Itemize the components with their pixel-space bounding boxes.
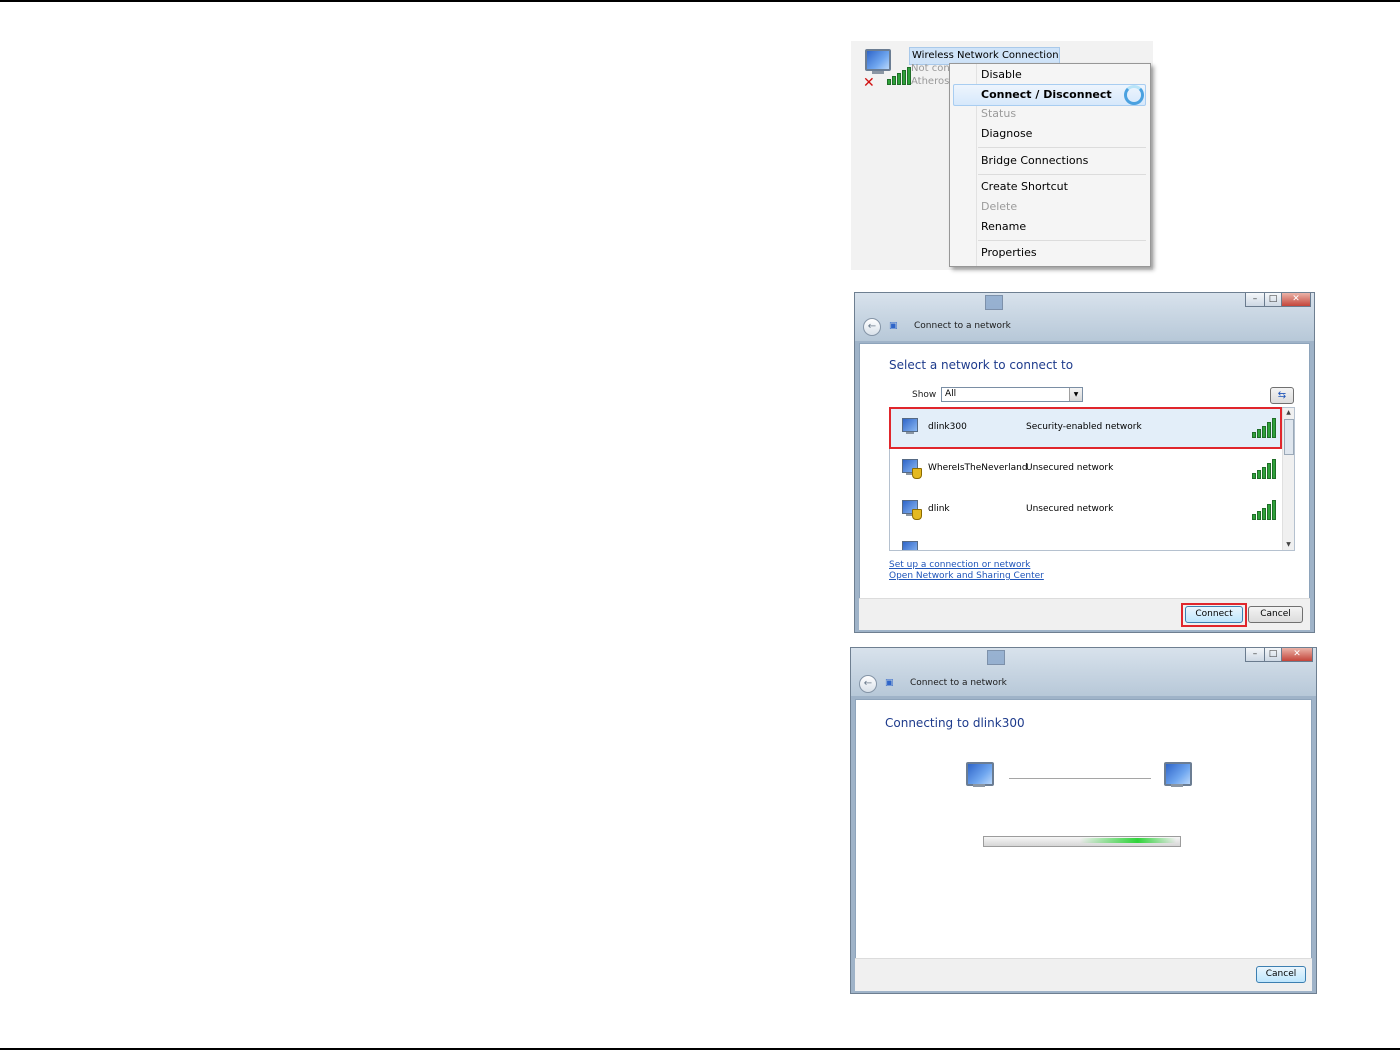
refresh-button[interactable]: ⇆: [1270, 387, 1294, 404]
network-icon: [902, 541, 918, 550]
network-name: dlink: [928, 504, 950, 514]
dialog-heading: Select a network to connect to: [889, 358, 1074, 372]
connection-progress-bar: [983, 836, 1181, 847]
disconnected-x-icon: ✕: [863, 75, 875, 91]
menu-item-create-shortcut[interactable]: Create Shortcut: [981, 178, 1068, 196]
list-scrollbar[interactable]: ▲ ▼: [1282, 408, 1294, 550]
network-sharing-center-link[interactable]: Open Network and Sharing Center: [889, 571, 1044, 581]
busy-cursor-icon: [1124, 85, 1144, 105]
menu-item-properties[interactable]: Properties: [981, 244, 1037, 262]
menu-item-disable[interactable]: Disable: [981, 66, 1022, 84]
adapter-device: Atheros: [911, 76, 950, 87]
connect-button[interactable]: Connect: [1185, 606, 1243, 623]
menu-item-status: Status: [981, 107, 1017, 120]
signal-strength-icon: [1252, 459, 1276, 479]
signal-strength-icon: [887, 67, 911, 85]
minimize-button[interactable]: –: [1245, 648, 1265, 662]
minimize-button[interactable]: –: [1245, 293, 1265, 307]
network-security: Unsecured network: [1026, 463, 1114, 473]
maximize-button[interactable]: □: [1264, 648, 1282, 662]
scroll-down-icon[interactable]: ▼: [1283, 540, 1294, 550]
close-button[interactable]: ✕: [1281, 293, 1311, 307]
background-adapter-icon: [987, 650, 1005, 665]
network-wizard-icon: ▣: [889, 321, 898, 331]
menu-item-bridge-connections[interactable]: Bridge Connections: [981, 152, 1088, 170]
dialog-footer: Cancel: [855, 958, 1312, 991]
back-arrow-icon[interactable]: ←: [859, 675, 877, 693]
network-wizard-icon: ▣: [885, 678, 894, 688]
warning-shield-icon: [912, 509, 922, 520]
scroll-thumb[interactable]: [1284, 419, 1294, 455]
network-icon: [1164, 762, 1192, 787]
context-menu-screenshot: ✕ Wireless Network Connection Not con At…: [851, 41, 1153, 270]
selected-network-highlight: [889, 407, 1282, 449]
adapter-status: Not con: [911, 63, 950, 74]
menu-item-rename[interactable]: Rename: [981, 218, 1026, 236]
menu-separator: [978, 147, 1146, 148]
cancel-button[interactable]: Cancel: [1256, 966, 1306, 983]
top-rule: [0, 0, 1400, 2]
connecting-window: – □ ✕ ← ▣ Connect to a network Connectin…: [850, 647, 1317, 994]
setup-connection-link[interactable]: Set up a connection or network: [889, 560, 1030, 570]
computer-icon: [966, 762, 994, 787]
scroll-up-icon[interactable]: ▲: [1283, 408, 1294, 418]
menu-separator: [978, 174, 1146, 175]
cancel-button[interactable]: Cancel: [1248, 606, 1303, 623]
menu-item-delete: Delete: [981, 200, 1018, 213]
menu-separator: [978, 240, 1146, 241]
network-row-partial[interactable]: [890, 532, 1282, 550]
window-title: Connect to a network: [910, 678, 1007, 688]
warning-shield-icon: [912, 468, 922, 479]
close-button[interactable]: ✕: [1281, 648, 1313, 662]
window-title: Connect to a network: [914, 321, 1011, 331]
network-row-whereistheneverland[interactable]: WhereIsTheNeverland Unsecured network: [890, 450, 1282, 490]
bottom-rule: [0, 1048, 1400, 1050]
dialog-heading: Connecting to dlink300: [885, 716, 1025, 730]
dialog-footer: Connect Cancel: [859, 598, 1310, 630]
chevron-down-icon: ▼: [1069, 388, 1082, 401]
signal-strength-icon: [1252, 500, 1276, 520]
progress-indicator: [1080, 838, 1176, 843]
maximize-button[interactable]: □: [1264, 293, 1282, 307]
menu-item-diagnose[interactable]: Diagnose: [981, 125, 1032, 143]
show-filter-select[interactable]: All ▼: [941, 387, 1083, 402]
show-filter-value: All: [945, 389, 957, 399]
dialog-body: Select a network to connect to Show All …: [859, 343, 1310, 600]
network-name: WhereIsTheNeverland: [928, 463, 1028, 473]
background-adapter-icon: [985, 295, 1003, 310]
back-arrow-icon[interactable]: ←: [863, 318, 881, 336]
show-label: Show: [912, 390, 937, 400]
network-row-dlink[interactable]: dlink Unsecured network: [890, 491, 1282, 531]
connection-line: [1009, 778, 1151, 779]
wireless-adapter-icon: [865, 49, 891, 74]
select-network-window: – □ ✕ ← ▣ Connect to a network Select a …: [854, 292, 1315, 633]
network-security: Unsecured network: [1026, 504, 1114, 514]
context-menu: Disable Connect / Disconnect Status Diag…: [949, 63, 1151, 267]
dialog-body: Connecting to dlink300: [855, 699, 1312, 959]
menu-item-connect-disconnect[interactable]: Connect / Disconnect: [981, 86, 1112, 104]
